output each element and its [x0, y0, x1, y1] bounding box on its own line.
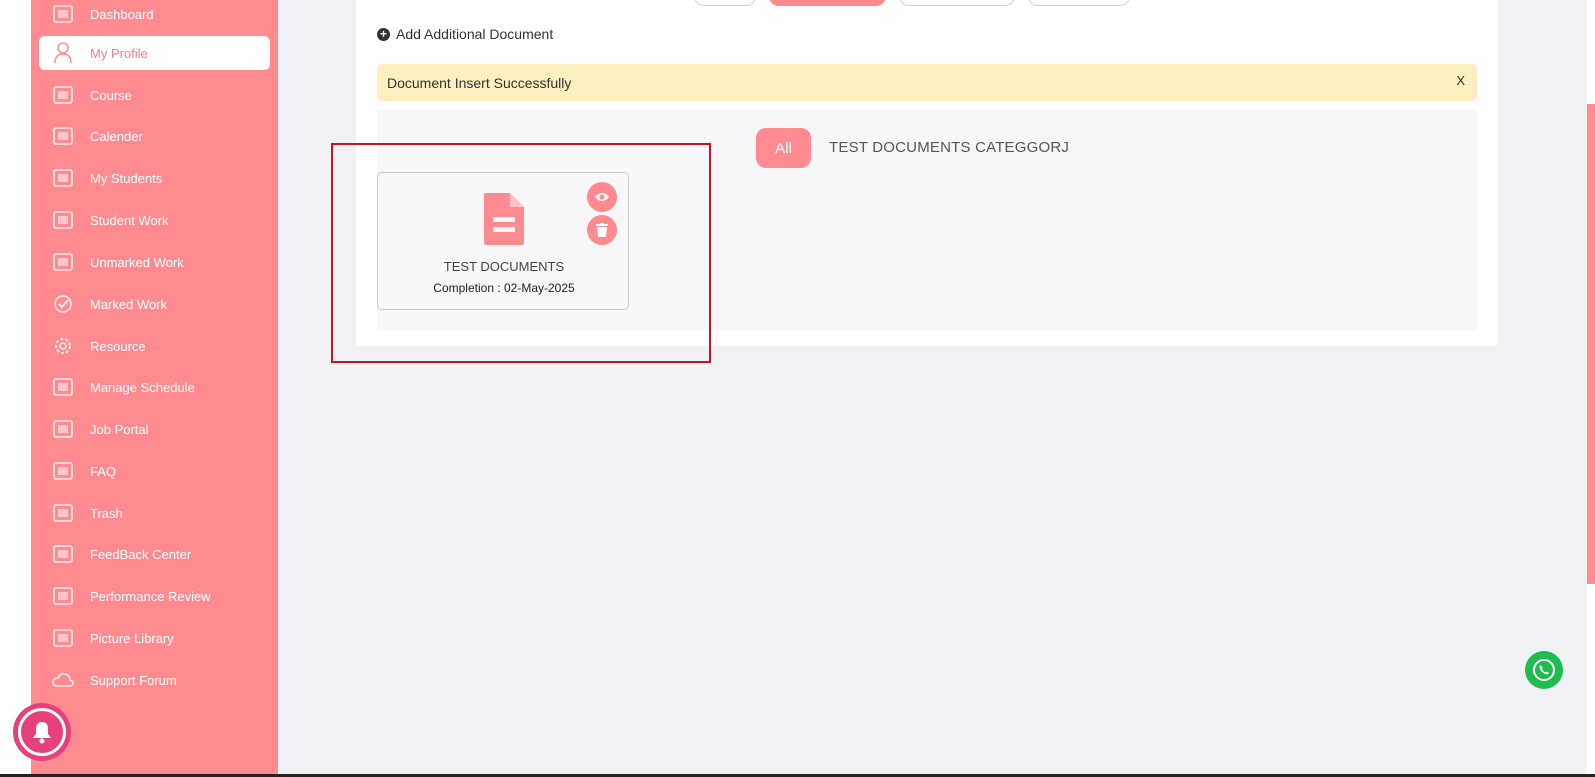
- sidebar-item-marked-work[interactable]: Marked Work: [39, 287, 270, 321]
- course-icon: [50, 84, 76, 106]
- sidebar-item-label: My Students: [90, 170, 163, 186]
- video-icon: [50, 460, 76, 482]
- sidebar-item-support-forum[interactable]: Support Forum: [39, 663, 270, 697]
- scrollbar-thumb[interactable]: [1587, 104, 1595, 584]
- sidebar-item-dashboard[interactable]: Dashboard: [39, 0, 270, 31]
- tab-1[interactable]: [694, 0, 756, 6]
- sidebar-item-label: Dashboard: [90, 6, 154, 22]
- performance-icon: [50, 585, 76, 607]
- sidebar: Dashboard My Profile Course Calender My Stud…: [31, 0, 278, 777]
- sidebar-item-label: FeedBack Center: [90, 546, 192, 562]
- sidebar-item-unmarked-work[interactable]: Unmarked Work: [39, 245, 270, 279]
- highlight-annotation-box: [331, 143, 711, 363]
- sidebar-item-performance-review[interactable]: Performance Review: [39, 579, 270, 613]
- student-icon: [50, 167, 76, 189]
- tab-2-active[interactable]: [769, 0, 886, 6]
- schedule-icon: [50, 376, 76, 398]
- tab-4[interactable]: [1028, 0, 1130, 6]
- sidebar-item-calender[interactable]: Calender: [39, 119, 270, 153]
- filter-category-button[interactable]: TEST DOCUMENTS CATEGGORJ: [829, 139, 1069, 156]
- sidebar-item-student-work[interactable]: Student Work: [39, 203, 270, 237]
- cloud-icon: [50, 669, 76, 691]
- sidebar-item-my-profile[interactable]: My Profile: [39, 36, 270, 70]
- sidebar-item-label: Calender: [90, 128, 143, 144]
- sidebar-item-course[interactable]: Course: [39, 78, 270, 112]
- add-document-label: Add Additional Document: [396, 26, 554, 42]
- whatsapp-chat-button[interactable]: [1525, 651, 1563, 689]
- alert-message: Document Insert Successfully: [387, 74, 572, 91]
- calendar-icon: [50, 125, 76, 147]
- briefcase-icon: [50, 418, 76, 440]
- user-icon: [50, 42, 76, 64]
- sidebar-item-label: Trash: [90, 505, 123, 521]
- plus-circle-icon: +: [377, 27, 390, 41]
- gear-icon: [50, 335, 76, 357]
- check-icon: [50, 293, 76, 315]
- alert-close-button[interactable]: X: [1456, 73, 1465, 88]
- tab-3[interactable]: [899, 0, 1015, 6]
- bell-ring: [18, 708, 66, 756]
- sidebar-item-label: Course: [90, 87, 132, 103]
- success-alert: Document Insert Successfully X: [377, 64, 1477, 101]
- sidebar-item-label: FAQ: [90, 463, 117, 479]
- whatsapp-icon: [1533, 659, 1555, 681]
- sidebar-item-label: Student Work: [90, 212, 169, 228]
- left-margin-strip: [0, 0, 31, 777]
- camera-icon: [50, 627, 76, 649]
- sidebar-item-feedback-center[interactable]: FeedBack Center: [39, 537, 270, 571]
- notification-bell-button[interactable]: [13, 703, 71, 761]
- dashboard-icon: [50, 3, 76, 25]
- sidebar-item-job-portal[interactable]: Job Portal: [39, 412, 270, 446]
- sidebar-item-label: Job Portal: [90, 421, 149, 437]
- sidebar-item-label: Resource: [90, 338, 146, 354]
- sidebar-item-my-students[interactable]: My Students: [39, 161, 270, 195]
- sidebar-item-trash[interactable]: Trash: [39, 496, 270, 530]
- sidebar-item-picture-library[interactable]: Picture Library: [39, 621, 270, 655]
- feedback-icon: [50, 543, 76, 565]
- sidebar-item-label: Unmarked Work: [90, 254, 184, 270]
- sidebar-item-label: Support Forum: [90, 672, 177, 688]
- add-additional-document-link[interactable]: + Add Additional Document: [377, 26, 553, 42]
- sidebar-item-label: Performance Review: [90, 588, 211, 604]
- sidebar-item-label: Picture Library: [90, 630, 174, 646]
- filter-all-button[interactable]: All: [756, 128, 811, 168]
- unmarked-icon: [50, 251, 76, 273]
- bell-icon: [33, 722, 51, 744]
- sidebar-item-faq[interactable]: FAQ: [39, 454, 270, 488]
- sidebar-item-label: Marked Work: [90, 296, 168, 312]
- sidebar-item-label: Manage Schedule: [90, 379, 195, 395]
- trash-icon: [50, 502, 76, 524]
- sidebar-item-label: My Profile: [90, 45, 148, 61]
- sidebar-item-manage-schedule[interactable]: Manage Schedule: [39, 370, 270, 404]
- monitor-icon: [50, 209, 76, 231]
- sidebar-item-resource[interactable]: Resource: [39, 329, 270, 363]
